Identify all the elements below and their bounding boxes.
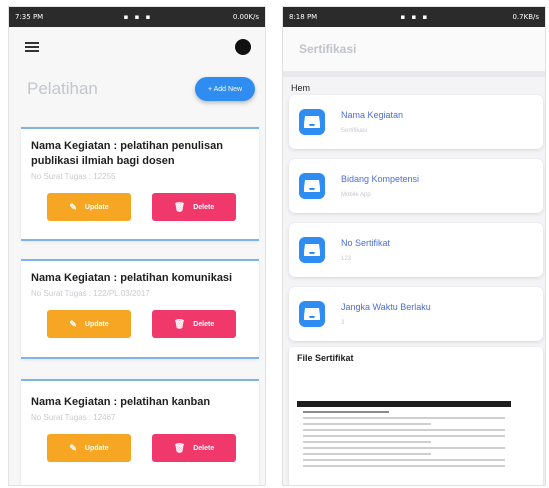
file-title: File Sertifikat xyxy=(297,353,354,363)
delete-button[interactable]: 🗑 Delete xyxy=(152,434,236,462)
item-label: Jangka Waktu Berlaku xyxy=(341,302,431,312)
card-subtitle: No Surat Tugas : 12467 xyxy=(31,413,116,422)
update-button[interactable]: ✎ Update xyxy=(47,310,131,338)
item-value: Sertifikasi xyxy=(341,128,368,134)
card-subtitle: No Surat Tugas : 12255 xyxy=(31,172,116,181)
item-text: Nama Kegiatan Sertifikasi xyxy=(341,110,403,134)
status-time: 8:18 PM xyxy=(289,13,318,21)
detail-item[interactable]: Nama Kegiatan Sertifikasi xyxy=(289,95,543,149)
status-speed: 0.7KB/s xyxy=(512,13,539,21)
certificate-icon xyxy=(299,237,325,263)
item-label: Nama Kegiatan xyxy=(341,110,404,120)
sertifikasi-screen: 8:18 PM ▪ ▪ ▪ 0.7KB/s Sertifikasi Hem Na… xyxy=(282,6,546,486)
card-subtitle: No Surat Tugas : 122/PL.03/2017 xyxy=(31,289,150,298)
status-time: 7:35 PM xyxy=(15,13,44,21)
training-card: Nama Kegiatan : pelatihan kanban No Sura… xyxy=(21,379,259,485)
detail-item[interactable]: Bidang Kompetensi Mobile App xyxy=(289,159,543,213)
file-card: File Sertifikat xyxy=(289,347,543,485)
status-icons: ▪ ▪ ▪ xyxy=(123,13,153,21)
delete-label: Delete xyxy=(193,203,215,211)
status-speed: 0.00K/s xyxy=(232,13,259,21)
update-label: Update xyxy=(84,320,109,328)
training-card: Nama Kegiatan : pelatihan komunikasi No … xyxy=(21,259,259,359)
trash-icon: 🗑 xyxy=(173,442,186,453)
app-bar xyxy=(9,27,265,67)
item-value: 123 xyxy=(341,256,352,262)
delete-button[interactable]: 🗑 Delete xyxy=(152,193,236,221)
pencil-icon: ✎ xyxy=(69,201,77,212)
avatar[interactable] xyxy=(235,39,251,55)
pencil-icon: ✎ xyxy=(69,318,77,329)
delete-label: Delete xyxy=(193,444,215,452)
item-label: No Sertifikat xyxy=(341,238,391,248)
item-value: 3 xyxy=(341,320,345,326)
add-new-button[interactable]: + Add New xyxy=(195,77,255,101)
card-title: Nama Kegiatan : pelatihan komunikasi xyxy=(31,272,233,284)
status-bar: 7:35 PM ▪ ▪ ▪ 0.00K/s xyxy=(9,7,265,27)
update-label: Update xyxy=(84,203,109,211)
item-text: Bidang Kompetensi Mobile App xyxy=(341,174,419,198)
training-card: Nama Kegiatan : pelatihan penulisan publ… xyxy=(21,127,259,241)
certificate-icon xyxy=(299,173,325,199)
delete-button[interactable]: 🗑 Delete xyxy=(152,310,236,338)
card-title: Nama Kegiatan : pelatihan penulisan publ… xyxy=(31,140,223,167)
item-text: No Sertifikat 123 xyxy=(341,238,390,262)
status-icons: ▪ ▪ ▪ xyxy=(400,13,430,21)
update-label: Update xyxy=(84,444,109,452)
item-label: Bidang Kompetensi xyxy=(341,174,420,184)
detail-item[interactable]: Jangka Waktu Berlaku 3 xyxy=(289,287,543,341)
card-actions: ✎ Update 🗑 Delete xyxy=(21,298,259,348)
detail-item[interactable]: No Sertifikat 123 xyxy=(289,223,543,277)
update-button[interactable]: ✎ Update xyxy=(47,434,131,462)
certificate-file-preview[interactable] xyxy=(297,401,511,485)
pencil-icon: ✎ xyxy=(69,442,77,453)
trash-icon: 🗑 xyxy=(173,318,186,329)
page-title: Pelatihan xyxy=(27,79,98,98)
item-value: Mobile App xyxy=(341,192,371,198)
item-text: Jangka Waktu Berlaku 3 xyxy=(341,302,431,326)
app-bar: Sertifikasi xyxy=(283,27,545,71)
menu-icon[interactable] xyxy=(25,42,39,52)
delete-label: Delete xyxy=(193,320,215,328)
status-bar: 8:18 PM ▪ ▪ ▪ 0.7KB/s xyxy=(283,7,545,27)
section-label: Hem xyxy=(291,83,311,93)
update-button[interactable]: ✎ Update xyxy=(47,193,131,221)
card-actions: ✎ Update 🗑 Delete xyxy=(21,181,259,231)
certificate-icon xyxy=(299,109,325,135)
page-header: Pelatihan + Add New xyxy=(9,67,265,115)
card-actions: ✎ Update 🗑 Delete xyxy=(21,422,259,472)
pelatihan-screen: 7:35 PM ▪ ▪ ▪ 0.00K/s Pelatihan + Add Ne… xyxy=(8,6,266,486)
trash-icon: 🗑 xyxy=(173,201,186,212)
certificate-icon xyxy=(299,301,325,327)
page-title: Sertifikasi xyxy=(299,42,357,56)
card-title: Nama Kegiatan : pelatihan kanban xyxy=(31,396,211,408)
